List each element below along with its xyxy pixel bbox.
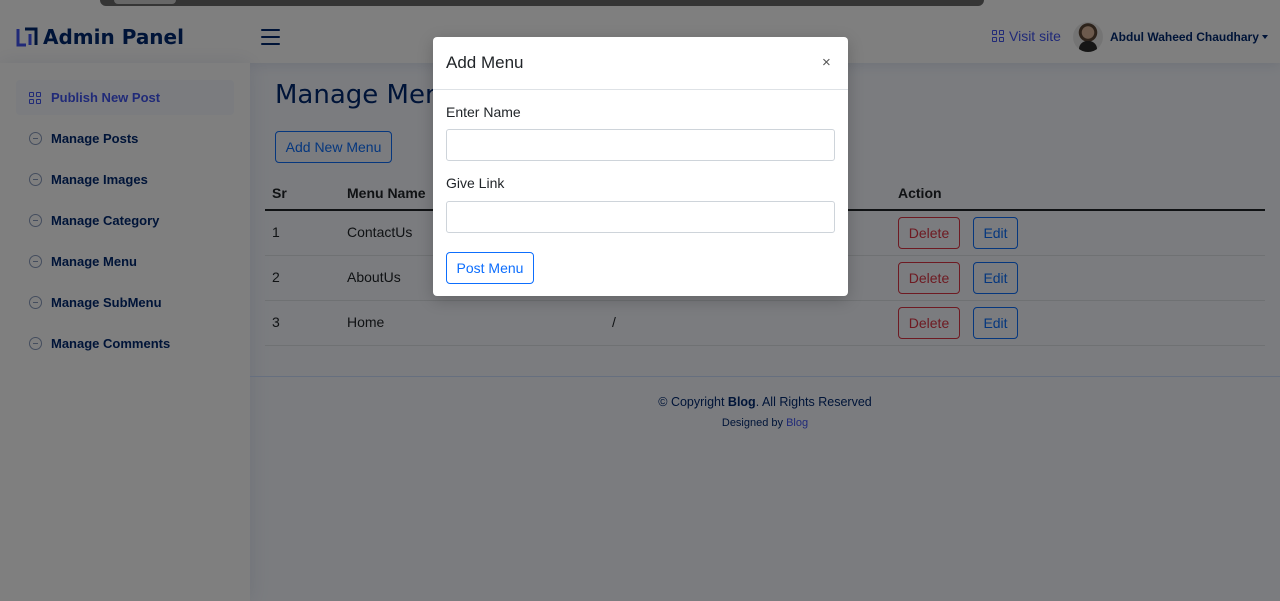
- close-icon[interactable]: ×: [822, 54, 831, 72]
- link-input[interactable]: [446, 201, 835, 233]
- add-menu-modal: Add Menu × Enter Name Give Link Post Men…: [433, 37, 848, 296]
- name-input[interactable]: [446, 129, 835, 161]
- post-menu-button[interactable]: Post Menu: [446, 252, 534, 284]
- modal-header: Add Menu ×: [433, 37, 848, 90]
- modal-title: Add Menu: [446, 53, 524, 72]
- link-label: Give Link: [446, 175, 505, 191]
- name-label: Enter Name: [446, 104, 521, 120]
